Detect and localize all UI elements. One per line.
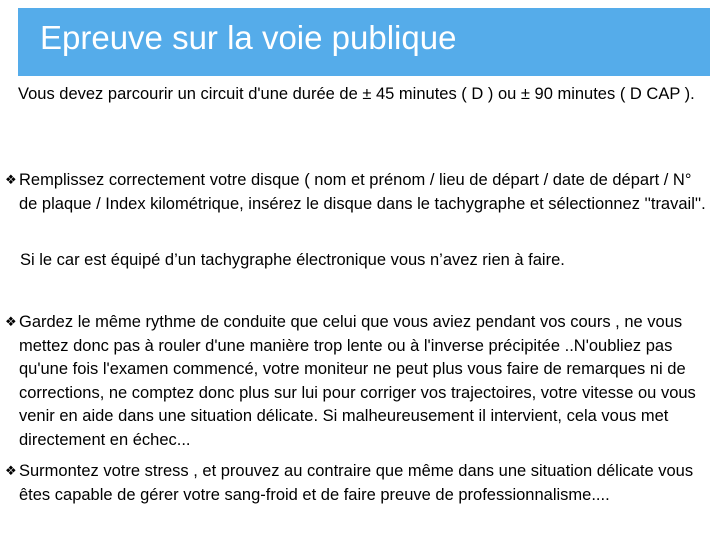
bullet-item-disque: ❖ Remplissez correctement votre disque (… [5,169,707,216]
intro-paragraph: Vous devez parcourir un circuit d'une du… [18,85,695,103]
bullet-item-rythme: ❖ Gardez le même rythme de conduite que … [5,311,707,452]
diamond-bullet-icon: ❖ [5,315,17,330]
tachygraph-note: Si le car est équipé d’un tachygraphe él… [20,251,565,269]
diamond-bullet-icon: ❖ [5,464,17,479]
bullet-text: Remplissez correctement votre disque ( n… [19,171,706,213]
bullet-text: Gardez le même rythme de conduite que ce… [19,313,696,449]
diamond-bullet-icon: ❖ [5,173,17,188]
bullet-text: Surmontez votre stress , et prouvez au c… [19,462,694,504]
bullet-item-stress: ❖ Surmontez votre stress , et prouvez au… [5,460,707,507]
page-title: Epreuve sur la voie publique [40,19,457,56]
title-bar: Epreuve sur la voie publique [18,8,710,76]
